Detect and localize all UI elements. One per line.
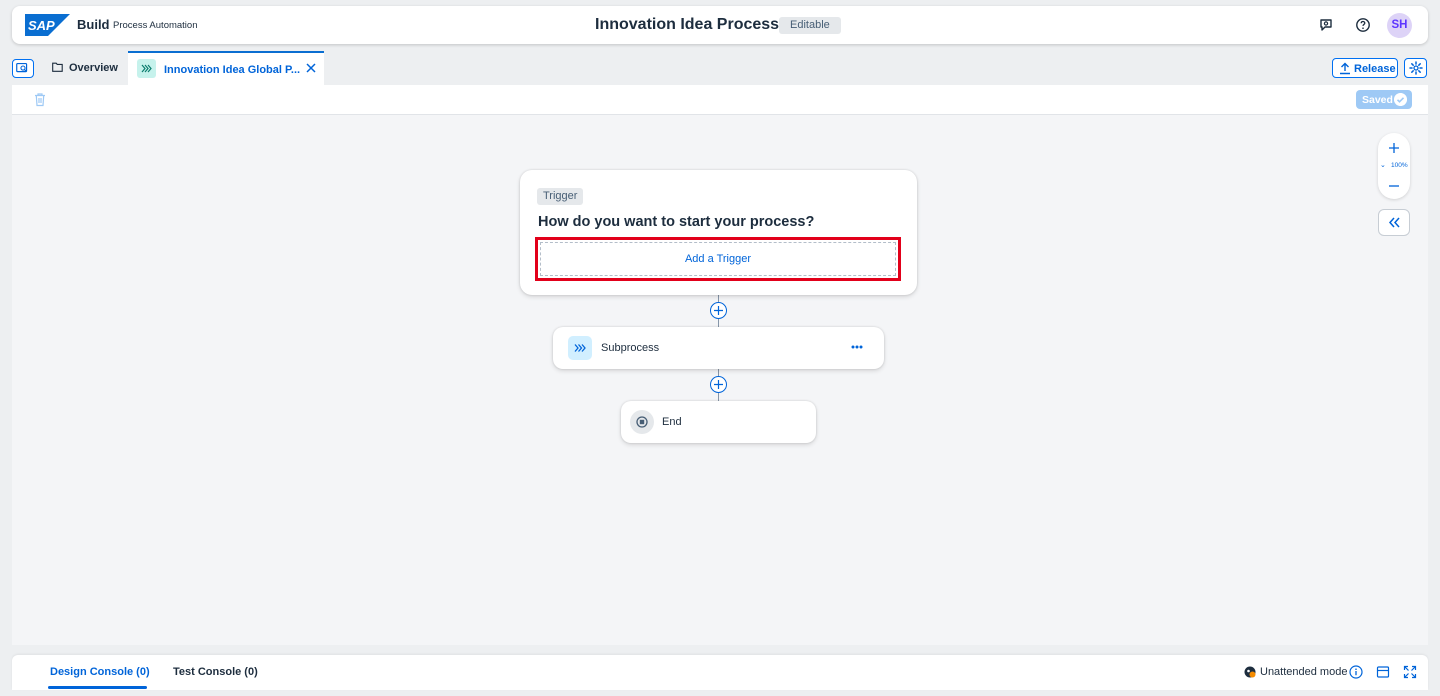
subprocess-label: Subprocess: [601, 342, 660, 354]
tab-innovation-idea[interactable]: Innovation Idea Global P...: [128, 51, 324, 85]
brand-name: Build: [77, 17, 110, 32]
folder-icon: [52, 62, 63, 72]
robot-icon: [1244, 666, 1256, 678]
tab-design-console[interactable]: Design Console (0): [50, 666, 150, 678]
shell-bar: SAP Build Process Automation Innovation …: [12, 6, 1428, 44]
help-icon[interactable]: [1355, 17, 1371, 33]
release-button[interactable]: Release: [1332, 58, 1398, 78]
tab-innovation-idea-label: Innovation Idea Global P...: [164, 64, 301, 76]
info-icon[interactable]: [1349, 665, 1363, 679]
add-step-button[interactable]: [710, 302, 727, 319]
subprocess-tab-icon: [137, 59, 156, 78]
product-name: Process Automation: [113, 20, 198, 31]
saved-label: Saved: [1362, 94, 1393, 106]
joule-chat-icon[interactable]: [1318, 17, 1334, 33]
console-bar: Design Console (0) Test Console (0) Unat…: [12, 655, 1428, 690]
end-card[interactable]: End: [621, 401, 816, 443]
zoom-dropdown-icon[interactable]: ⌄: [1380, 161, 1386, 169]
toggle-navigation-button[interactable]: [12, 59, 34, 78]
end-label: End: [662, 416, 682, 428]
subprocess-card[interactable]: Subprocess: [553, 327, 884, 369]
active-tab-indicator: [48, 686, 147, 689]
subprocess-icon: [568, 336, 592, 360]
sap-logo[interactable]: SAP: [25, 14, 70, 36]
zoom-out-icon[interactable]: [1387, 179, 1401, 193]
avatar[interactable]: SH: [1387, 13, 1412, 38]
close-icon[interactable]: [305, 62, 317, 74]
upload-icon: [1340, 62, 1350, 75]
unattended-mode-label: Unattended mode: [1260, 666, 1348, 678]
add-step-button[interactable]: [710, 376, 727, 393]
trigger-card: Trigger How do you want to start your pr…: [520, 170, 917, 295]
tab-overview-label: Overview: [69, 62, 118, 74]
sidebar-search-icon: [16, 62, 28, 73]
plus-icon: [714, 380, 723, 389]
double-chevron-left-icon: [1388, 217, 1400, 228]
highlight-box: Add a Trigger: [535, 237, 901, 281]
tab-overview[interactable]: Overview: [40, 50, 128, 85]
gear-icon: [1409, 61, 1423, 75]
stop-icon: [630, 410, 654, 434]
zoom-level[interactable]: 100%: [1391, 162, 1408, 169]
delete-icon[interactable]: [33, 92, 47, 107]
process-canvas[interactable]: ⌄ 100% Trigger How do you want to start …: [12, 115, 1428, 645]
page-title: Innovation Idea Process: [595, 16, 780, 33]
plus-icon: [714, 306, 723, 315]
tab-bar: Overview Innovation Idea Global P... Rel…: [0, 50, 1440, 85]
panel-layout-icon[interactable]: [1376, 665, 1390, 679]
more-options-icon[interactable]: [851, 341, 863, 353]
svg-text:SAP: SAP: [28, 18, 55, 33]
status-badge: Editable: [779, 17, 841, 34]
checkmark-icon: [1394, 93, 1407, 106]
saved-button[interactable]: Saved: [1356, 90, 1412, 109]
trigger-tag: Trigger: [537, 188, 584, 205]
zoom-control: ⌄ 100%: [1378, 133, 1410, 199]
settings-button[interactable]: [1404, 58, 1427, 78]
zoom-in-icon[interactable]: [1387, 141, 1401, 155]
release-label: Release: [1354, 63, 1396, 75]
trigger-question: How do you want to start your process?: [538, 214, 815, 230]
collapse-panel-button[interactable]: [1378, 209, 1410, 236]
fullscreen-icon[interactable]: [1403, 665, 1417, 679]
editor-toolbar: Saved: [12, 85, 1428, 115]
tab-test-console[interactable]: Test Console (0): [173, 666, 258, 678]
add-trigger-button[interactable]: Add a Trigger: [540, 242, 896, 276]
